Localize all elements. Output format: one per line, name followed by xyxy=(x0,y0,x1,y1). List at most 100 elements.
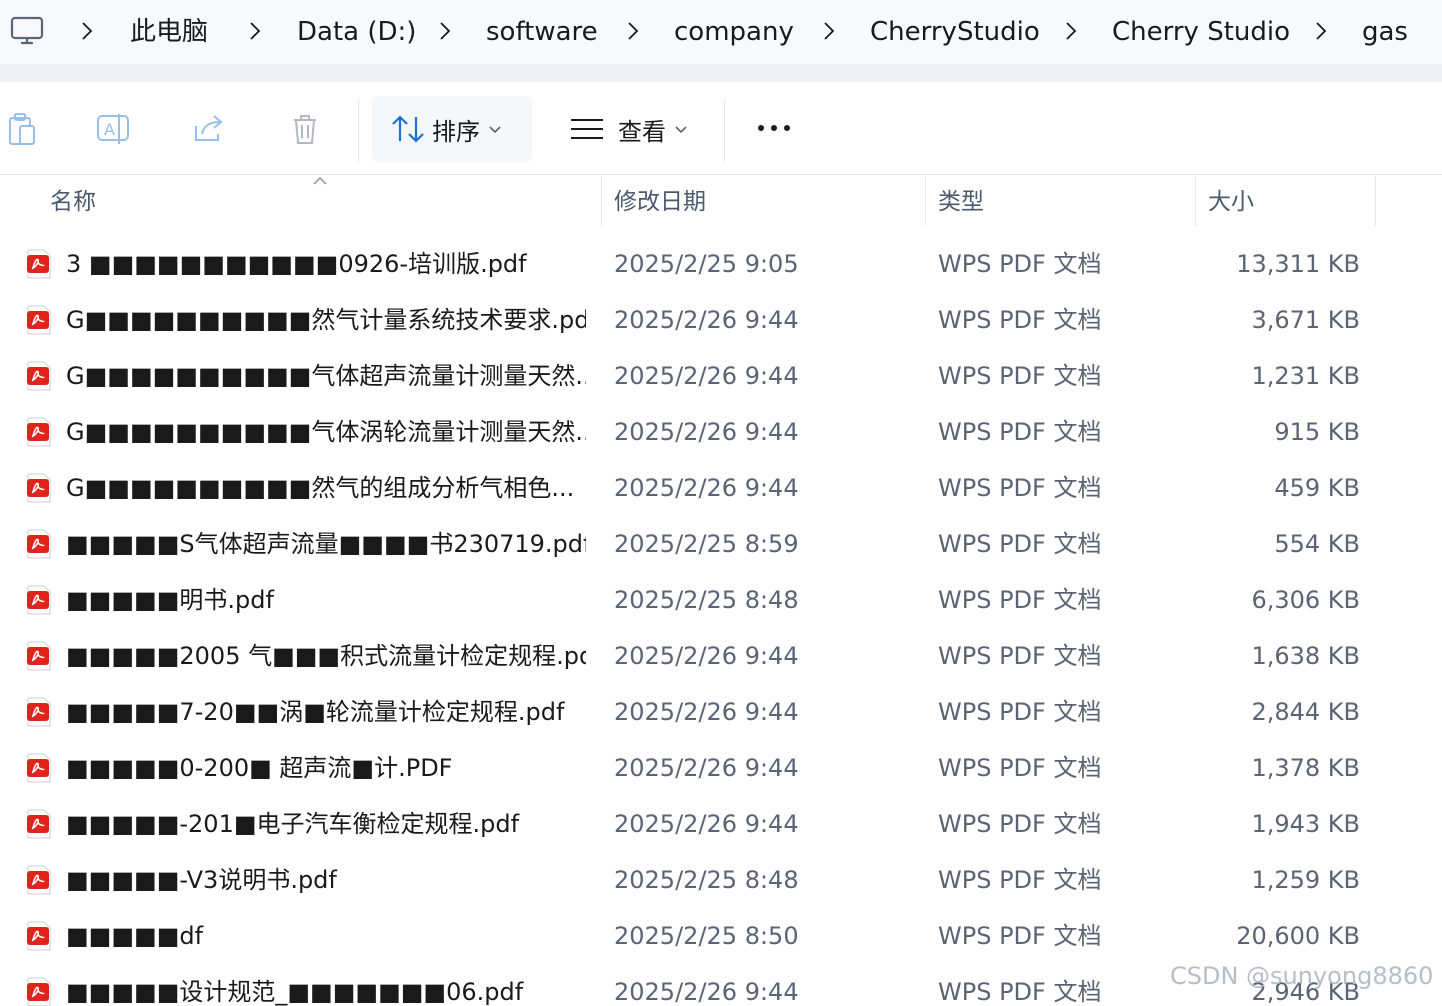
breadcrumb-item[interactable]: 此电脑 xyxy=(130,14,208,50)
file-name: ■■■■■7-20■■涡■轮流量计检定规程.pdf xyxy=(66,698,565,726)
column-divider[interactable] xyxy=(1375,176,1376,226)
file-size: 915 KB xyxy=(1274,418,1360,446)
pdf-file-icon xyxy=(27,473,51,503)
breadcrumb-item[interactable]: company xyxy=(674,14,794,50)
chevron-right-icon[interactable] xyxy=(80,20,94,42)
file-size: 1,231 KB xyxy=(1251,362,1360,390)
pdf-file-icon xyxy=(27,305,51,335)
pdf-file-icon xyxy=(27,697,51,727)
file-modified-date: 2025/2/26 9:44 xyxy=(614,642,799,670)
file-modified-date: 2025/2/26 9:44 xyxy=(614,978,799,1006)
file-type: WPS PDF 文档 xyxy=(938,698,1102,726)
breadcrumb-item[interactable]: Data (D:) xyxy=(297,14,416,50)
sort-ascending-icon xyxy=(313,176,327,185)
watermark: CSDN @sunyong8860 xyxy=(1170,962,1434,990)
file-row[interactable]: ■■■■■df 2025/2/25 8:50 WPS PDF 文档 20,600 KB xyxy=(0,908,1442,964)
column-divider[interactable] xyxy=(925,176,926,226)
file-name: G■■■■■■■■■■然气计量系统技术要求.pdf xyxy=(66,306,586,334)
command-bar: A 排序 查看 xyxy=(0,82,1442,175)
file-type: WPS PDF 文档 xyxy=(938,586,1102,614)
toolbar-separator xyxy=(358,100,359,162)
file-size: 13,311 KB xyxy=(1236,250,1360,278)
pdf-file-icon xyxy=(27,977,51,1006)
column-header-size[interactable]: 大小 xyxy=(1208,176,1254,228)
file-row[interactable]: ■■■■■2005 气■■■积式流量计检定规程.pdf 2025/2/26 9:4… xyxy=(0,628,1442,684)
breadcrumb-item[interactable]: gas xyxy=(1362,14,1408,50)
file-name: G■■■■■■■■■■然气的组成分析气相色... xyxy=(66,474,575,502)
pdf-file-icon xyxy=(27,417,51,447)
file-size: 554 KB xyxy=(1274,530,1360,558)
file-modified-date: 2025/2/25 8:59 xyxy=(614,530,799,558)
file-type: WPS PDF 文档 xyxy=(938,530,1102,558)
sort-icon xyxy=(392,115,424,143)
file-row[interactable]: G■■■■■■■■■■气体涡轮流量计测量天然... 2025/2/26 9:44 W… xyxy=(0,404,1442,460)
breadcrumb-item[interactable]: Cherry Studio xyxy=(1112,14,1290,50)
pdf-file-icon xyxy=(27,361,51,391)
pdf-file-icon xyxy=(27,753,51,783)
file-explorer-window: 此电脑 Data (D:) software company CherryStudio C… xyxy=(0,0,1442,1006)
chevron-right-icon[interactable] xyxy=(822,20,836,42)
chevron-right-icon[interactable] xyxy=(248,20,262,42)
view-button[interactable]: 查看 xyxy=(560,96,710,162)
file-name: ■■■■■-V3说明书.pdf xyxy=(66,866,337,894)
chevron-right-icon[interactable] xyxy=(438,20,452,42)
file-row[interactable]: ■■■■■S气体超声流量■■■■书230719.pdf 2025/2/25 8:5… xyxy=(0,516,1442,572)
file-name: ■■■■■设计规范_■■■■■■■06.pdf xyxy=(66,978,524,1006)
pdf-file-icon xyxy=(27,809,51,839)
file-name: G■■■■■■■■■■气体涡轮流量计测量天然... xyxy=(66,418,586,446)
column-header-type[interactable]: 类型 xyxy=(938,176,984,228)
file-row[interactable]: G■■■■■■■■■■然气计量系统技术要求.pdf 2025/2/26 9:44 W… xyxy=(0,292,1442,348)
file-name: ■■■■■0-200■ 超声流■计.PDF xyxy=(66,754,453,782)
paste-icon[interactable] xyxy=(4,112,38,146)
pdf-file-icon xyxy=(27,641,51,671)
file-type: WPS PDF 文档 xyxy=(938,922,1102,950)
chevron-right-icon[interactable] xyxy=(626,20,640,42)
column-divider[interactable] xyxy=(1195,176,1196,226)
file-size: 1,638 KB xyxy=(1251,642,1360,670)
file-row[interactable]: ■■■■■7-20■■涡■轮流量计检定规程.pdf 2025/2/26 9:44 W… xyxy=(0,684,1442,740)
file-size: 1,943 KB xyxy=(1251,810,1360,838)
file-size: 1,259 KB xyxy=(1251,866,1360,894)
file-row[interactable]: ■■■■■-201■电子汽车衡检定规程.pdf 2025/2/26 9:44 WPS… xyxy=(0,796,1442,852)
pdf-file-icon xyxy=(27,921,51,951)
file-type: WPS PDF 文档 xyxy=(938,250,1102,278)
sort-button[interactable]: 排序 xyxy=(372,96,532,162)
breadcrumb-item[interactable]: CherryStudio xyxy=(870,14,1040,50)
share-icon[interactable] xyxy=(192,112,226,146)
sort-label: 排序 xyxy=(432,117,480,146)
pdf-file-icon xyxy=(27,585,51,615)
file-modified-date: 2025/2/26 9:44 xyxy=(614,754,799,782)
column-header-date[interactable]: 修改日期 xyxy=(614,176,706,228)
chevron-right-icon[interactable] xyxy=(1314,20,1328,42)
file-type: WPS PDF 文档 xyxy=(938,866,1102,894)
this-pc-icon[interactable] xyxy=(10,14,44,48)
file-name: ■■■■■S气体超声流量■■■■书230719.pdf xyxy=(66,530,586,558)
file-modified-date: 2025/2/25 8:50 xyxy=(614,922,799,950)
view-label: 查看 xyxy=(618,117,666,146)
file-row[interactable]: ■■■■■-V3说明书.pdf 2025/2/25 8:48 WPS PDF 文档 1… xyxy=(0,852,1442,908)
more-options-icon[interactable] xyxy=(754,116,794,140)
delete-icon[interactable] xyxy=(288,112,322,146)
file-type: WPS PDF 文档 xyxy=(938,810,1102,838)
file-name: ■■■■■明书.pdf xyxy=(66,586,274,614)
file-size: 20,600 KB xyxy=(1236,922,1360,950)
file-row[interactable]: ■■■■■0-200■ 超声流■计.PDF 2025/2/26 9:44 WPS P… xyxy=(0,740,1442,796)
file-row[interactable]: ■■■■■明书.pdf 2025/2/25 8:48 WPS PDF 文档 6,306… xyxy=(0,572,1442,628)
column-divider[interactable] xyxy=(601,176,602,226)
pdf-file-icon xyxy=(27,865,51,895)
rename-icon[interactable]: A xyxy=(96,112,130,146)
file-type: WPS PDF 文档 xyxy=(938,642,1102,670)
breadcrumb-item[interactable]: software xyxy=(486,14,598,50)
file-row[interactable]: 3 ■■■■■■■■■■■0926-培训版.pdf 2025/2/25 9:05 W… xyxy=(0,236,1442,292)
file-name: ■■■■■df xyxy=(66,922,204,950)
chevron-down-icon xyxy=(675,126,687,134)
file-row[interactable]: G■■■■■■■■■■然气的组成分析气相色... 2025/2/26 9:44 WP… xyxy=(0,460,1442,516)
file-size: 1,378 KB xyxy=(1251,754,1360,782)
pdf-file-icon xyxy=(27,249,51,279)
file-modified-date: 2025/2/25 8:48 xyxy=(614,586,799,614)
chevron-right-icon[interactable] xyxy=(1064,20,1078,42)
file-size: 6,306 KB xyxy=(1251,586,1360,614)
file-row[interactable]: G■■■■■■■■■■气体超声流量计测量天然... 2025/2/26 9:44 W… xyxy=(0,348,1442,404)
file-type: WPS PDF 文档 xyxy=(938,978,1102,1006)
column-header-name[interactable]: 名称 xyxy=(50,176,96,228)
